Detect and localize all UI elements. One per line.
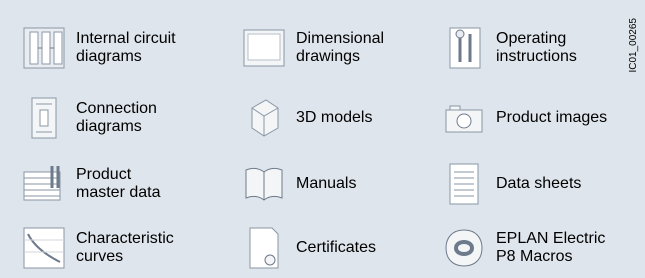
item-operating-instructions[interactable]: Operating instructions xyxy=(434,18,634,78)
camera-icon xyxy=(442,96,486,140)
drawing-icon xyxy=(242,26,286,70)
item-label: Dimensional drawings xyxy=(296,30,385,65)
item-label: Product images xyxy=(496,109,608,126)
item-dimensional-drawings[interactable]: Dimensional drawings xyxy=(234,18,434,78)
item-label: Certificates xyxy=(296,239,377,256)
item-label: Manuals xyxy=(296,175,357,192)
resource-grid: Internal circuit diagrams Dimensional dr… xyxy=(14,12,618,272)
connection-icon xyxy=(22,96,66,140)
item-label: Internal circuit diagrams xyxy=(76,30,176,65)
side-code: IC01_00265 xyxy=(628,18,639,73)
item-label: EPLAN Electric P8 Macros xyxy=(496,230,606,265)
cube-icon xyxy=(242,96,286,140)
item-product-images[interactable]: Product images xyxy=(434,88,634,148)
item-label: Product master data xyxy=(76,166,161,201)
circuit-icon xyxy=(22,26,66,70)
item-connection-diagrams[interactable]: Connection diagrams xyxy=(14,88,214,148)
item-label: Connection diagrams xyxy=(76,100,157,135)
item-manuals[interactable]: Manuals xyxy=(234,154,434,214)
item-internal-circuit-diagrams[interactable]: Internal circuit diagrams xyxy=(14,18,214,78)
item-product-master-data[interactable]: Product master data xyxy=(14,154,214,214)
item-data-sheets[interactable]: Data sheets xyxy=(434,154,634,214)
item-label: Operating instructions xyxy=(496,30,577,65)
tools-doc-icon xyxy=(442,26,486,70)
eplan-icon xyxy=(442,226,486,270)
datasheet-icon xyxy=(442,162,486,206)
book-icon xyxy=(242,162,286,206)
item-characteristic-curves[interactable]: Characteristic curves xyxy=(14,218,214,278)
item-label: 3D models xyxy=(296,109,373,126)
item-certificates[interactable]: Certificates xyxy=(234,218,434,278)
item-label: Characteristic curves xyxy=(76,230,174,265)
table-tools-icon xyxy=(22,162,66,206)
item-3d-models[interactable]: 3D models xyxy=(234,88,434,148)
item-eplan-electric-p8-macros[interactable]: EPLAN Electric P8 Macros xyxy=(434,218,634,278)
certificate-icon xyxy=(242,226,286,270)
item-label: Data sheets xyxy=(496,175,582,192)
curve-icon xyxy=(22,226,66,270)
